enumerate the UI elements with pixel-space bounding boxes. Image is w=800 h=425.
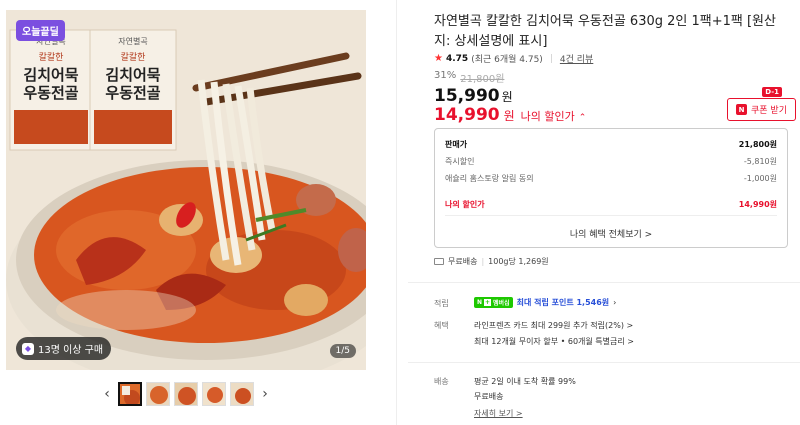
price-row-value: 21,800원 xyxy=(738,140,777,149)
sale-price-row: 15,990 원 xyxy=(434,86,513,106)
thumbnail-1[interactable] xyxy=(118,382,142,406)
discount-row: 31% 21,800원 xyxy=(434,70,504,85)
price-row-value: -5,810원 xyxy=(743,157,777,166)
price-row-label: 애슐리 홈스토랑 알림 동의 xyxy=(445,174,534,183)
shipping-row: 무료배송 | 100g당 1,269원 xyxy=(434,256,549,267)
package-title1-left: 김치어묵 xyxy=(23,66,78,84)
delivery-label: 배송 xyxy=(434,377,449,386)
free-shipping-text: 무료배송 xyxy=(448,257,478,266)
naver-membership-badge: N + 멤버십 xyxy=(474,297,513,308)
plus-icon: + xyxy=(484,299,492,306)
points-value[interactable]: N + 멤버십 최대 적립 포인트 1,546원 › xyxy=(474,297,616,308)
points-max-text: 최대 적립 포인트 1,546원 xyxy=(516,298,610,307)
chevron-up-icon: ⌃ xyxy=(578,113,587,123)
price-row-label: 판매가 xyxy=(445,140,468,149)
image-page-indicator: 1/5 xyxy=(329,344,356,358)
thumbnail-2[interactable] xyxy=(146,382,170,406)
package-brand-right: 자연별곡 xyxy=(118,36,147,46)
coupon-button[interactable]: N 쿠폰 받기 xyxy=(727,98,796,121)
column-divider xyxy=(396,0,397,425)
sale-price: 15,990 xyxy=(434,86,500,106)
original-price: 21,800원 xyxy=(460,74,505,85)
my-discount-price: 14,990 xyxy=(434,105,500,125)
product-main-image[interactable]: 자연별곡 칼칼한 김치어묵 우동전골 자연별곡 칼칼한 김치어묵 우동전골 오늘… xyxy=(6,10,366,370)
rating-separator: | xyxy=(549,53,553,64)
today-deal-badge: 오늘끝딜 xyxy=(16,20,65,41)
thumbnail-3[interactable] xyxy=(174,382,198,406)
product-gallery: 자연별곡 칼칼한 김치어묵 우동전골 자연별곡 칼칼한 김치어묵 우동전골 오늘… xyxy=(0,0,372,425)
chevron-right-icon: › xyxy=(613,298,617,307)
naver-n-icon: N xyxy=(736,104,748,115)
price-row-instant-discount: 즉시할인 -5,810원 xyxy=(445,156,777,167)
product-info-panel: 자연별곡 칼칼한 김치어묵 우동전골 630g 2인 1팩+1팩 [원산지: 상… xyxy=(408,0,800,425)
benefit-label: 혜택 xyxy=(434,321,449,330)
price-row-my-price: 나의 할인가 14,990원 xyxy=(445,199,777,210)
price-row-sale: 판매가 21,800원 xyxy=(445,139,777,150)
thumbnail-5[interactable] xyxy=(230,382,254,406)
delivery-free: 무료배송 xyxy=(474,392,504,401)
my-price-box-value: 14,990원 xyxy=(738,200,777,209)
naver-n-icon: N xyxy=(477,299,483,306)
delivery-probability: 평균 2일 이내 도착 확률 99% xyxy=(474,377,576,386)
all-benefits-link[interactable]: 나의 혜택 전체보기 > xyxy=(435,227,787,240)
star-icon: ★ xyxy=(434,53,443,64)
my-discount-price-unit: 원 xyxy=(503,109,515,123)
thumbnail-strip: ‹ › xyxy=(100,381,272,407)
review-count-link[interactable]: 4건 리뷰 xyxy=(560,52,593,65)
chevron-right-icon: › xyxy=(262,386,268,402)
package-subtitle-left: 칼칼한 xyxy=(39,52,64,63)
rating-score: 4.75 xyxy=(445,53,469,64)
buyers-count-text: 13명 이상 구매 xyxy=(38,345,104,356)
my-discount-label: 나의 할인가 xyxy=(520,110,575,123)
shipping-separator: | xyxy=(481,257,485,266)
package-title1-right: 김치어묵 xyxy=(105,66,160,84)
price-box-divider xyxy=(445,215,777,216)
price-row-value: -1,000원 xyxy=(743,174,777,183)
benefit-installment-link[interactable]: 최대 12개월 무이자 할부 • 60개월 특별금리 > xyxy=(474,336,634,347)
my-price-row[interactable]: 14,990 원 나의 할인가 ⌃ xyxy=(434,105,586,125)
unit-price-text: 100g당 1,269원 xyxy=(488,257,549,266)
rating-row: ★ 4.75 (최근 6개월 4.75) | 4건 리뷰 xyxy=(434,52,593,65)
membership-badge-text: 멤버십 xyxy=(493,300,510,307)
price-breakdown-box: 판매가 21,800원 즉시할인 -5,810원 애슐리 홈스토랑 알림 동의 … xyxy=(434,128,788,248)
price-row-label: 즉시할인 xyxy=(445,157,475,166)
section-divider xyxy=(408,362,800,363)
product-title: 자연별곡 칼칼한 김치어묵 우동전골 630g 2인 1팩+1팩 [원산지: 상… xyxy=(434,14,776,49)
thumbnail-prev-button[interactable]: ‹ xyxy=(100,381,114,407)
my-price-box-label: 나의 할인가 xyxy=(445,200,485,209)
package-subtitle-right: 칼칼한 xyxy=(121,52,146,63)
thumbnail-4[interactable] xyxy=(202,382,226,406)
thumbnail-next-button[interactable]: › xyxy=(258,381,272,407)
sale-price-unit: 원 xyxy=(501,90,513,104)
delivery-more-link[interactable]: 자세히 보기 > xyxy=(474,408,523,419)
dday-badge: D-1 xyxy=(762,87,782,97)
points-label: 적립 xyxy=(434,299,449,308)
benefit-card-link[interactable]: 라인프렌즈 카드 최대 299원 추가 적립(2%) > xyxy=(474,320,633,331)
chevron-left-icon: ‹ xyxy=(104,386,110,402)
coupon-area: D-1 N 쿠폰 받기 xyxy=(727,87,796,121)
section-divider xyxy=(408,282,800,283)
package-title2-left: 우동전골 xyxy=(23,84,78,102)
rating-detail: (최근 6개월 4.75) xyxy=(471,55,543,65)
price-row-notify-discount: 애슐리 홈스토랑 알림 동의 -1,000원 xyxy=(445,173,777,184)
package-title2-right: 우동전골 xyxy=(105,84,160,102)
shopping-bag-icon: ◆ xyxy=(22,342,34,355)
buyers-count-pill: ◆ 13명 이상 구매 xyxy=(16,337,112,360)
truck-icon xyxy=(434,258,444,265)
product-photo: 자연별곡 칼칼한 김치어묵 우동전골 자연별곡 칼칼한 김치어묵 우동전골 xyxy=(6,10,366,370)
discount-percent: 31% xyxy=(434,70,457,81)
coupon-button-label: 쿠폰 받기 xyxy=(751,106,787,116)
